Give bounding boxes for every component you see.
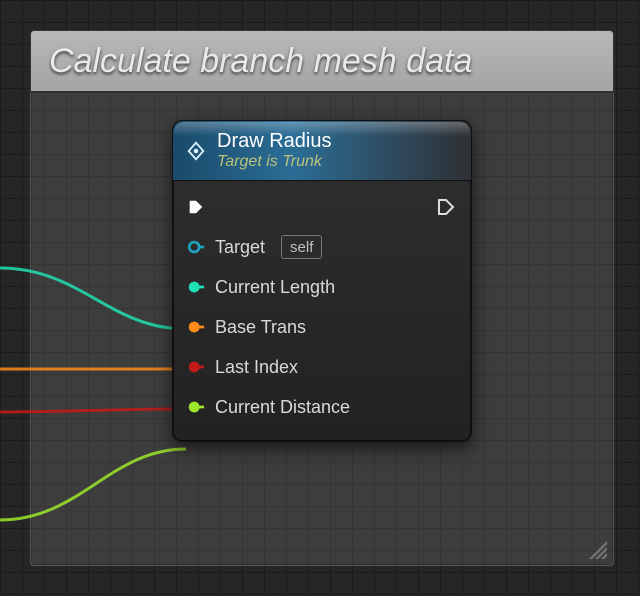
node-title: Draw Radius xyxy=(217,130,331,153)
resize-handle-icon[interactable] xyxy=(587,539,607,559)
comment-title-text: Calculate branch mesh data xyxy=(49,42,472,81)
function-icon xyxy=(185,140,207,162)
pin-row-exec xyxy=(187,187,457,227)
target-default-input[interactable]: self xyxy=(281,235,322,259)
node-body: Target self Current Length xyxy=(173,181,471,441)
exec-out-pin-icon[interactable] xyxy=(435,196,457,218)
comment-title[interactable]: Calculate branch mesh data xyxy=(30,30,614,92)
target-pin-icon[interactable] xyxy=(187,238,205,256)
current-distance-pin-icon[interactable] xyxy=(187,398,205,416)
exec-in-pin-icon[interactable] xyxy=(187,198,205,216)
node-title-block: Draw Radius Target is Trunk xyxy=(217,130,331,171)
base-trans-pin-icon[interactable] xyxy=(187,318,205,336)
current-length-label: Current Length xyxy=(215,277,335,298)
target-label: Target xyxy=(215,237,265,258)
last-index-pin-icon[interactable] xyxy=(187,358,205,376)
pin-row-target: Target self xyxy=(187,227,457,267)
pin-row-current-length: Current Length xyxy=(187,267,457,307)
node-subtitle: Target is Trunk xyxy=(217,153,331,171)
current-distance-label: Current Distance xyxy=(215,397,350,418)
base-trans-label: Base Trans xyxy=(215,317,306,338)
pin-row-last-index: Last Index xyxy=(187,347,457,387)
function-node[interactable]: Draw Radius Target is Trunk xyxy=(172,120,472,442)
pin-row-base-trans: Base Trans xyxy=(187,307,457,347)
pin-row-current-distance: Current Distance xyxy=(187,387,457,427)
node-header[interactable]: Draw Radius Target is Trunk xyxy=(173,121,471,181)
current-length-pin-icon[interactable] xyxy=(187,278,205,296)
last-index-label: Last Index xyxy=(215,357,298,378)
